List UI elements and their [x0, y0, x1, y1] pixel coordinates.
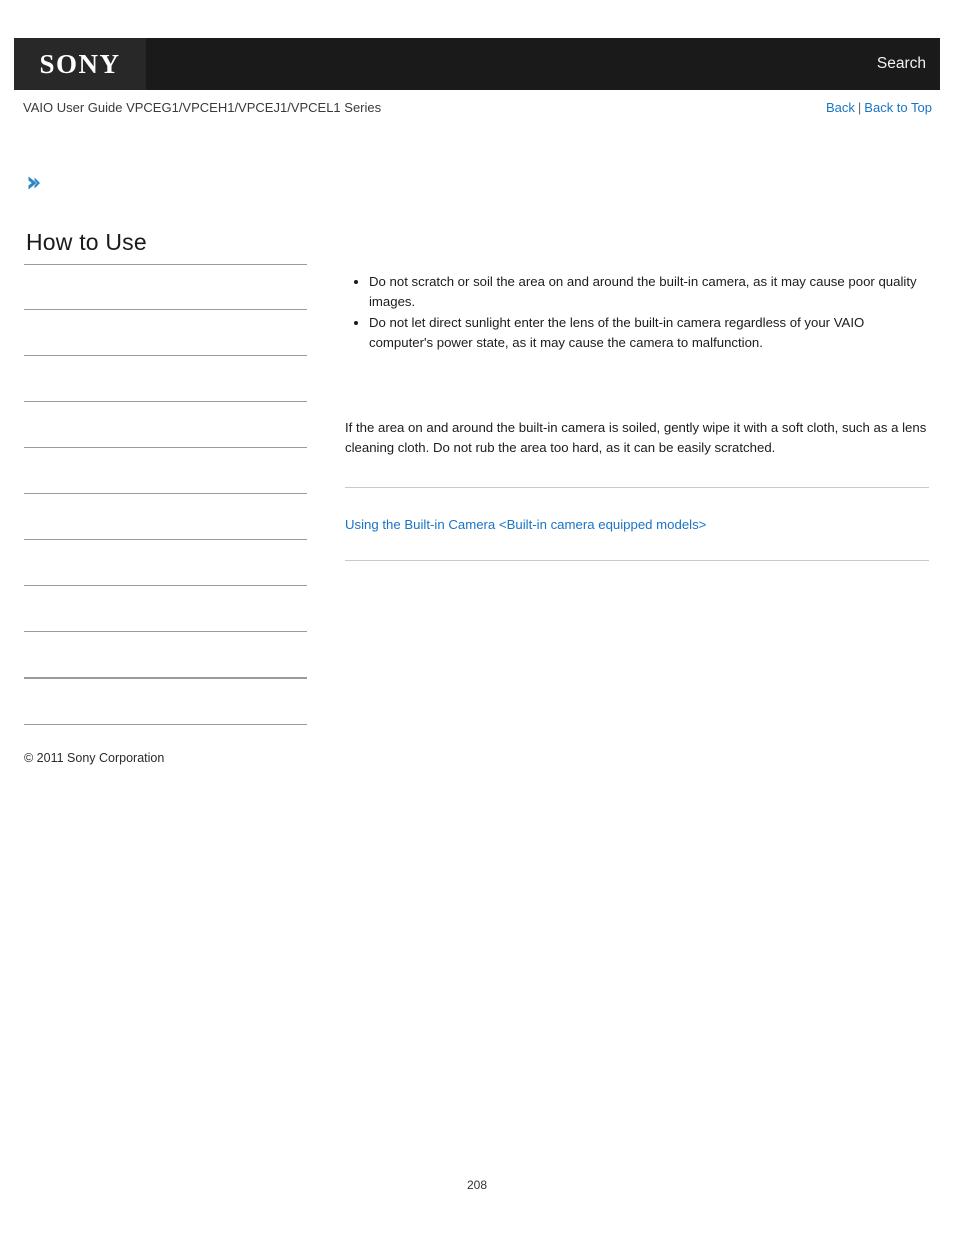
back-link[interactable]: Back: [826, 100, 855, 115]
sony-logo-text: SONY: [39, 48, 121, 79]
sidebar-item-3[interactable]: [24, 356, 307, 401]
notes-list: Do not scratch or soil the area on and a…: [345, 272, 929, 353]
main-content: Do not scratch or soil the area on and a…: [345, 272, 929, 561]
back-to-top-link[interactable]: Back to Top: [864, 100, 932, 115]
content-divider-top: [345, 487, 929, 488]
list-item: Do not let direct sunlight enter the len…: [354, 313, 929, 353]
sidebar-item-9[interactable]: [24, 632, 307, 677]
sidebar-item-1[interactable]: [24, 265, 307, 309]
breadcrumb-separator: |: [857, 100, 862, 115]
breadcrumb-nav: Back | Back to Top: [826, 100, 932, 115]
sidebar-item-6[interactable]: [24, 494, 307, 539]
site-header-bar: SONY Search: [14, 38, 940, 90]
body-paragraph: If the area on and around the built-in c…: [345, 420, 927, 455]
sony-logo[interactable]: SONY: [14, 38, 146, 90]
sidebar: How to Use: [24, 228, 308, 725]
sidebar-heading: How to Use: [26, 229, 147, 255]
list-item: Do not scratch or soil the area on and a…: [354, 272, 929, 312]
sidebar-item-5[interactable]: [24, 448, 307, 493]
breadcrumb-row: VAIO User Guide VPCEG1/VPCEH1/VPCEJ1/VPC…: [14, 100, 940, 122]
related-topic-link[interactable]: Using the Built-in Camera <Built-in came…: [345, 517, 706, 532]
copyright-text: © 2011 Sony Corporation: [24, 751, 165, 765]
sidebar-item-7[interactable]: [24, 540, 307, 585]
search-link[interactable]: Search: [877, 38, 926, 90]
sidebar-item-10[interactable]: [24, 679, 307, 724]
sidebar-divider: [24, 724, 307, 725]
chevron-right-icon: [25, 174, 43, 192]
content-divider-bottom: [345, 560, 929, 561]
sidebar-item-4[interactable]: [24, 402, 307, 447]
sidebar-item-2[interactable]: [24, 310, 307, 355]
sidebar-item-8[interactable]: [24, 586, 307, 631]
page-title: VAIO User Guide VPCEG1/VPCEH1/VPCEJ1/VPC…: [23, 100, 382, 115]
page-number: 208: [466, 1178, 488, 1192]
paragraph-block: If the area on and around the built-in c…: [345, 418, 931, 458]
